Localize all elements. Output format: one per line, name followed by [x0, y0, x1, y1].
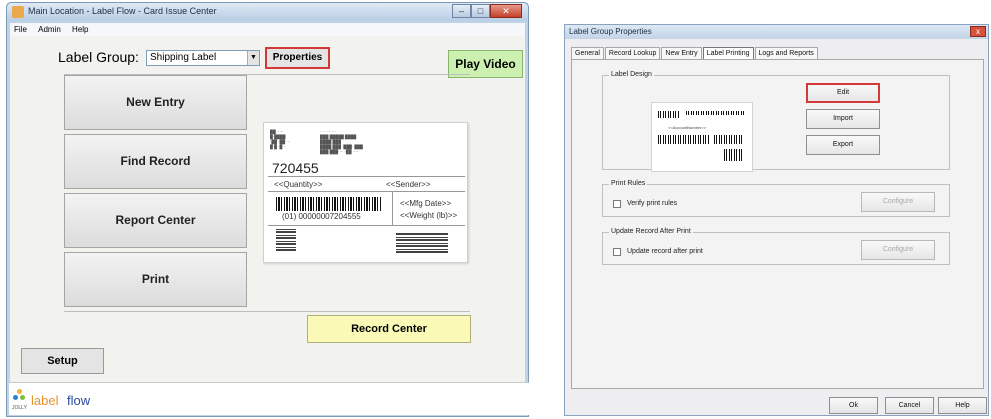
tab-record-lookup[interactable]: Record Lookup: [604, 47, 661, 59]
thumb-account-number: <<AccountNumber>>: [668, 125, 707, 130]
find-record-button[interactable]: Find Record: [64, 134, 247, 189]
label-preview: ██ ····· █·████ ·██ ·██ ··· █·█ ·█ ·· ··…: [263, 122, 468, 263]
verify-print-rules-label: Verify print rules: [627, 200, 678, 207]
menubar: File Admin Help: [10, 23, 525, 36]
configure-print-rules-button[interactable]: Configure: [861, 192, 935, 212]
app-icon: [12, 6, 24, 18]
preview-sender-block: ██ ····· █·████ ·██ ·██ ··· █·█ ·█ ··: [270, 129, 291, 149]
preview-weight: <<Weight (lb)>>: [400, 211, 458, 220]
menu-admin[interactable]: Admin: [38, 25, 61, 34]
thumb-barcode: [686, 111, 746, 115]
close-icon[interactable]: x: [970, 26, 986, 37]
chevron-down-icon[interactable]: ▼: [247, 51, 259, 65]
record-center-button[interactable]: Record Center: [307, 315, 471, 343]
dialog-tabs: General Record Lookup New Entry Label Pr…: [571, 47, 819, 59]
preview-address-block: ··· ········ ███ █████ ████ ████ ███ ███…: [320, 129, 363, 154]
thumb-barcode: [658, 111, 680, 118]
new-entry-button[interactable]: New Entry: [64, 75, 247, 130]
logo-flow-text: flow: [67, 393, 91, 408]
maximize-icon[interactable]: □: [471, 4, 490, 18]
divider: [268, 176, 465, 177]
print-rules-group: Print Rules Verify print rules Configure: [602, 180, 950, 217]
jolly-logo-icon: [13, 389, 27, 401]
logo-brand: JOLLY: [12, 405, 27, 411]
print-button[interactable]: Print: [64, 252, 247, 307]
tab-panel: Label Design <<AccountNumber>> Edit Impo…: [571, 59, 984, 389]
preview-barcode-text: (01) 00000007204555: [282, 212, 361, 221]
help-button[interactable]: Help: [938, 397, 987, 414]
print-rules-legend: Print Rules: [609, 180, 648, 187]
main-titlebar[interactable]: Main Location - Label Flow - Card Issue …: [7, 3, 528, 21]
preview-2d-code: [396, 233, 448, 253]
update-record-label: Update record after print: [627, 248, 703, 255]
report-center-button[interactable]: Report Center: [64, 193, 247, 248]
preview-barcode: [276, 197, 382, 211]
setup-button[interactable]: Setup: [21, 348, 104, 374]
divider: [64, 311, 470, 312]
tab-label-printing[interactable]: Label Printing: [702, 47, 754, 59]
dialog-titlebar[interactable]: Label Group Properties x: [565, 25, 988, 39]
divider: [268, 191, 465, 192]
edit-button[interactable]: Edit: [806, 83, 880, 103]
label-design-group: Label Design <<AccountNumber>> Edit Impo…: [602, 71, 950, 172]
tab-new-entry[interactable]: New Entry: [661, 47, 702, 59]
thumb-barcode: [714, 135, 744, 144]
menu-help[interactable]: Help: [72, 25, 88, 34]
configure-update-button[interactable]: Configure: [861, 240, 935, 260]
preview-quantity: <<Quantity>>: [274, 180, 323, 189]
import-button[interactable]: Import: [806, 109, 880, 129]
main-window-title: Main Location - Label Flow - Card Issue …: [28, 6, 217, 16]
preview-number: 720455: [272, 160, 319, 176]
verify-print-rules-checkbox[interactable]: [613, 200, 621, 208]
dialog-button-bar: Ok Cancel Help: [565, 397, 988, 417]
label-group-select[interactable]: Shipping Label ▼: [146, 50, 260, 66]
menu-file[interactable]: File: [14, 25, 27, 34]
update-record-checkbox[interactable]: [613, 248, 621, 256]
export-button[interactable]: Export: [806, 135, 880, 155]
logo-label-text: label: [31, 393, 59, 408]
update-record-group: Update Record After Print Update record …: [602, 228, 950, 265]
thumb-barcode: [724, 149, 744, 161]
label-group-value: Shipping Label: [150, 52, 217, 63]
divider: [392, 191, 393, 225]
label-group-label: Label Group:: [58, 49, 139, 65]
preview-mfg-date: <<Mfg Date>>: [400, 199, 452, 208]
close-icon[interactable]: ✕: [490, 4, 522, 18]
label-thumbnail: <<AccountNumber>>: [651, 102, 753, 172]
cancel-button[interactable]: Cancel: [885, 397, 934, 414]
preview-2d-code: [276, 229, 296, 251]
properties-button[interactable]: Properties: [265, 47, 330, 69]
minimize-icon[interactable]: –: [452, 4, 471, 18]
window-controls: – □ ✕: [452, 4, 522, 18]
preview-sender: <<Sender>>: [386, 180, 431, 189]
update-record-legend: Update Record After Print: [609, 228, 693, 235]
dialog-title: Label Group Properties: [569, 27, 652, 36]
properties-dialog: Label Group Properties x General Record …: [564, 24, 989, 416]
tab-general[interactable]: General: [571, 47, 604, 59]
divider: [268, 225, 465, 226]
footer-logo-bar: JOLLY label flow: [9, 382, 529, 415]
label-design-legend: Label Design: [609, 71, 654, 78]
tab-logs-and-reports[interactable]: Logs and Reports: [754, 47, 818, 59]
thumb-barcode: [658, 135, 710, 144]
ok-button[interactable]: Ok: [829, 397, 878, 414]
